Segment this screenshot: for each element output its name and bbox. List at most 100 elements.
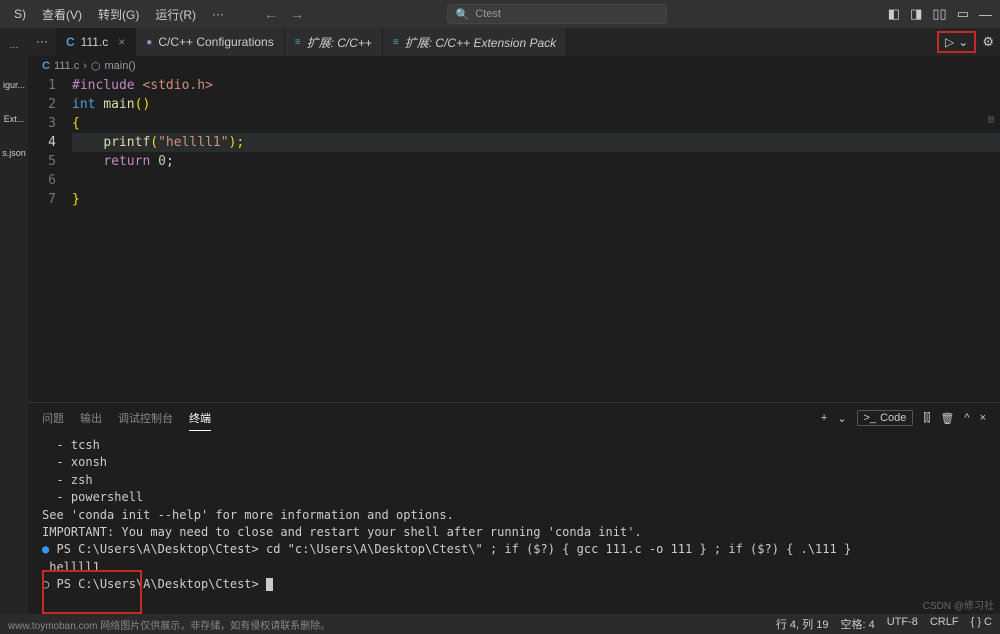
breadcrumb[interactable]: C 111.c › ⬡ main() (28, 56, 1000, 76)
panel-actions: + ⌄ >_ Code ⫿⫿ 🗑 ^ × (821, 410, 986, 426)
search-placeholder: Ctest (475, 8, 501, 20)
term-prompt-2: ○ PS C:\Users\A\Desktop\Ctest> (42, 576, 986, 593)
bottom-panel: 问题 输出 调试控制台 终端 + ⌄ >_ Code ⫿⫿ 🗑 ^ × (28, 402, 1000, 614)
term-line: - xonsh (42, 454, 986, 471)
content-column: ··· C 111.c × ● C/C++ Configurations ≡ 扩… (28, 28, 1000, 614)
panel-tabs: 问题 输出 调试控制台 终端 + ⌄ >_ Code ⫿⫿ 🗑 ^ × (28, 403, 1000, 433)
panel-tab-debug[interactable]: 调试控制台 (118, 406, 173, 430)
close-panel-icon[interactable]: × (980, 410, 986, 426)
menu-goto[interactable]: 转到(G) (92, 4, 145, 25)
lineno-5: 5 (28, 152, 56, 171)
code-line-2: int main() (72, 95, 1000, 114)
function-icon: ⬡ (91, 60, 101, 73)
search-icon: 🔍 (456, 8, 470, 21)
code-line-1: #include <stdio.h> (72, 76, 1000, 95)
c-file-icon: C (66, 35, 75, 49)
code-editor[interactable]: 1 2 3 4 5 6 7 #include <stdio.h> int mai… (28, 76, 1000, 402)
code-line-6 (72, 171, 1000, 190)
sidebar-item-0[interactable]: igur... (1, 78, 27, 92)
panel-tab-output[interactable]: 输出 (80, 406, 102, 430)
tab-ext-cpp[interactable]: ≡ 扩展: C/C++ (285, 28, 383, 56)
breadcrumb-file[interactable]: 111.c (54, 60, 79, 72)
tabs-overflow-icon[interactable]: ··· (28, 28, 56, 56)
sidebar-overflow-icon[interactable]: ··· (2, 36, 27, 58)
nav-arrows: ← → (264, 6, 304, 22)
lineno-7: 7 (28, 190, 56, 209)
breadcrumb-sep: › (83, 60, 87, 72)
gear-icon[interactable]: ⚙ (982, 34, 994, 50)
editor-tabs: ··· C 111.c × ● C/C++ Configurations ≡ 扩… (28, 28, 1000, 56)
cursor-icon (266, 578, 273, 591)
main-row: ··· igur... Ext... s.json ··· C 111.c × … (0, 28, 1000, 614)
terminal-profile-label: Code (880, 412, 906, 424)
lineno-4: 4 (28, 133, 56, 152)
forward-arrow-icon[interactable]: → (290, 6, 304, 22)
statusbar: www.toymoban.com 网络图片仅供展示，非存储，如有侵权请联系删除。… (0, 614, 1000, 634)
term-output-1: hellll1 (42, 559, 986, 576)
lineno-1: 1 (28, 76, 56, 95)
term-line: IMPORTANT: You may need to close and res… (42, 524, 986, 541)
c-file-icon: C (42, 60, 50, 72)
tabs-actions: ▷ ⌄ ⚙ (937, 28, 1000, 56)
close-icon[interactable]: × (118, 35, 125, 49)
terminal-chevron-icon[interactable]: ⌄ (837, 410, 846, 426)
tab-ext-pack[interactable]: ≡ 扩展: C/C++ Extension Pack (383, 28, 567, 56)
config-icon: ● (146, 37, 152, 48)
menu-view[interactable]: 查看(V) (36, 4, 88, 25)
watermark-text: www.toymoban.com 网络图片仅供展示，非存储，如有侵权请联系删除。 (8, 617, 776, 632)
menu-more[interactable]: ··· (206, 5, 230, 23)
terminal-icon: >_ (864, 412, 877, 424)
lineno-2: 2 (28, 95, 56, 114)
split-terminal-icon[interactable]: ⫿⫿ (923, 410, 930, 426)
status-ln-col[interactable]: 行 4, 列 19 (776, 616, 829, 632)
tab-label: 111.c (81, 35, 109, 49)
status-lang[interactable]: { } C (971, 616, 992, 632)
titlebar: S) 查看(V) 转到(G) 运行(R) ··· ← → 🔍 Ctest ◧ ◨… (0, 0, 1000, 28)
run-button-highlight: ▷ ⌄ (937, 31, 976, 53)
tab-111c[interactable]: C 111.c × (56, 28, 136, 56)
trash-icon[interactable]: 🗑 (940, 410, 954, 426)
status-encoding[interactable]: UTF-8 (887, 616, 918, 632)
back-arrow-icon[interactable]: ← (264, 6, 278, 22)
panel-tab-terminal[interactable]: 终端 (189, 406, 211, 431)
tab-label: C/C++ Configurations (158, 35, 273, 49)
menu-s[interactable]: S) (8, 5, 32, 23)
term-line: - zsh (42, 472, 986, 489)
status-spaces[interactable]: 空格: 4 (840, 616, 874, 632)
command-center-search[interactable]: 🔍 Ctest (447, 4, 667, 24)
terminal-profile-button[interactable]: >_ Code (857, 410, 914, 426)
tab-label: 扩展: C/C++ Extension Pack (405, 34, 556, 51)
extension-icon: ≡ (295, 37, 301, 48)
lineno-6: 6 (28, 171, 56, 190)
run-chevron-icon[interactable]: ⌄ (958, 35, 968, 49)
code-line-4: printf("hellll1"); (72, 133, 1000, 152)
code-line-3: { (72, 114, 1000, 133)
term-line: - tcsh (42, 437, 986, 454)
new-terminal-icon[interactable]: + (821, 410, 827, 426)
code-area[interactable]: #include <stdio.h> int main() { printf("… (72, 76, 1000, 402)
status-eol[interactable]: CRLF (930, 616, 959, 632)
titlebar-right: ◧ ◨ ▯▯ ▭ — (888, 6, 992, 22)
layout-primary-icon[interactable]: ◧ (888, 6, 900, 22)
tab-label: 扩展: C/C++ (307, 34, 372, 51)
layout-panel-icon[interactable]: ◨ (910, 6, 922, 22)
run-play-icon[interactable]: ▷ (945, 35, 954, 49)
terminal-content[interactable]: - tcsh - xonsh - zsh - powershell See 'c… (28, 433, 1000, 614)
code-line-5: return 0; (72, 152, 1000, 171)
layout-sidebar-icon[interactable]: ▯▯ (932, 6, 946, 22)
menu-run[interactable]: 运行(R) (149, 4, 202, 25)
code-line-7: } (72, 190, 1000, 209)
layout-customize-icon[interactable]: ▭ (957, 6, 969, 22)
sidebar-item-2[interactable]: s.json (0, 146, 28, 160)
term-prompt-1: ● PS C:\Users\A\Desktop\Ctest> cd "c:\Us… (42, 541, 986, 558)
left-sidebar: ··· igur... Ext... s.json (0, 28, 28, 614)
panel-tab-problems[interactable]: 问题 (42, 406, 64, 430)
sidebar-item-1[interactable]: Ext... (2, 112, 27, 126)
maximize-panel-icon[interactable]: ^ (964, 410, 969, 426)
minimize-icon[interactable]: — (979, 7, 992, 22)
breadcrumb-fn[interactable]: main() (105, 60, 136, 72)
term-line: See 'conda init --help' for more informa… (42, 507, 986, 524)
term-line: - powershell (42, 489, 986, 506)
statusbar-right: 行 4, 列 19 空格: 4 UTF-8 CRLF { } C (776, 616, 992, 632)
tab-cpp-config[interactable]: ● C/C++ Configurations (136, 28, 284, 56)
